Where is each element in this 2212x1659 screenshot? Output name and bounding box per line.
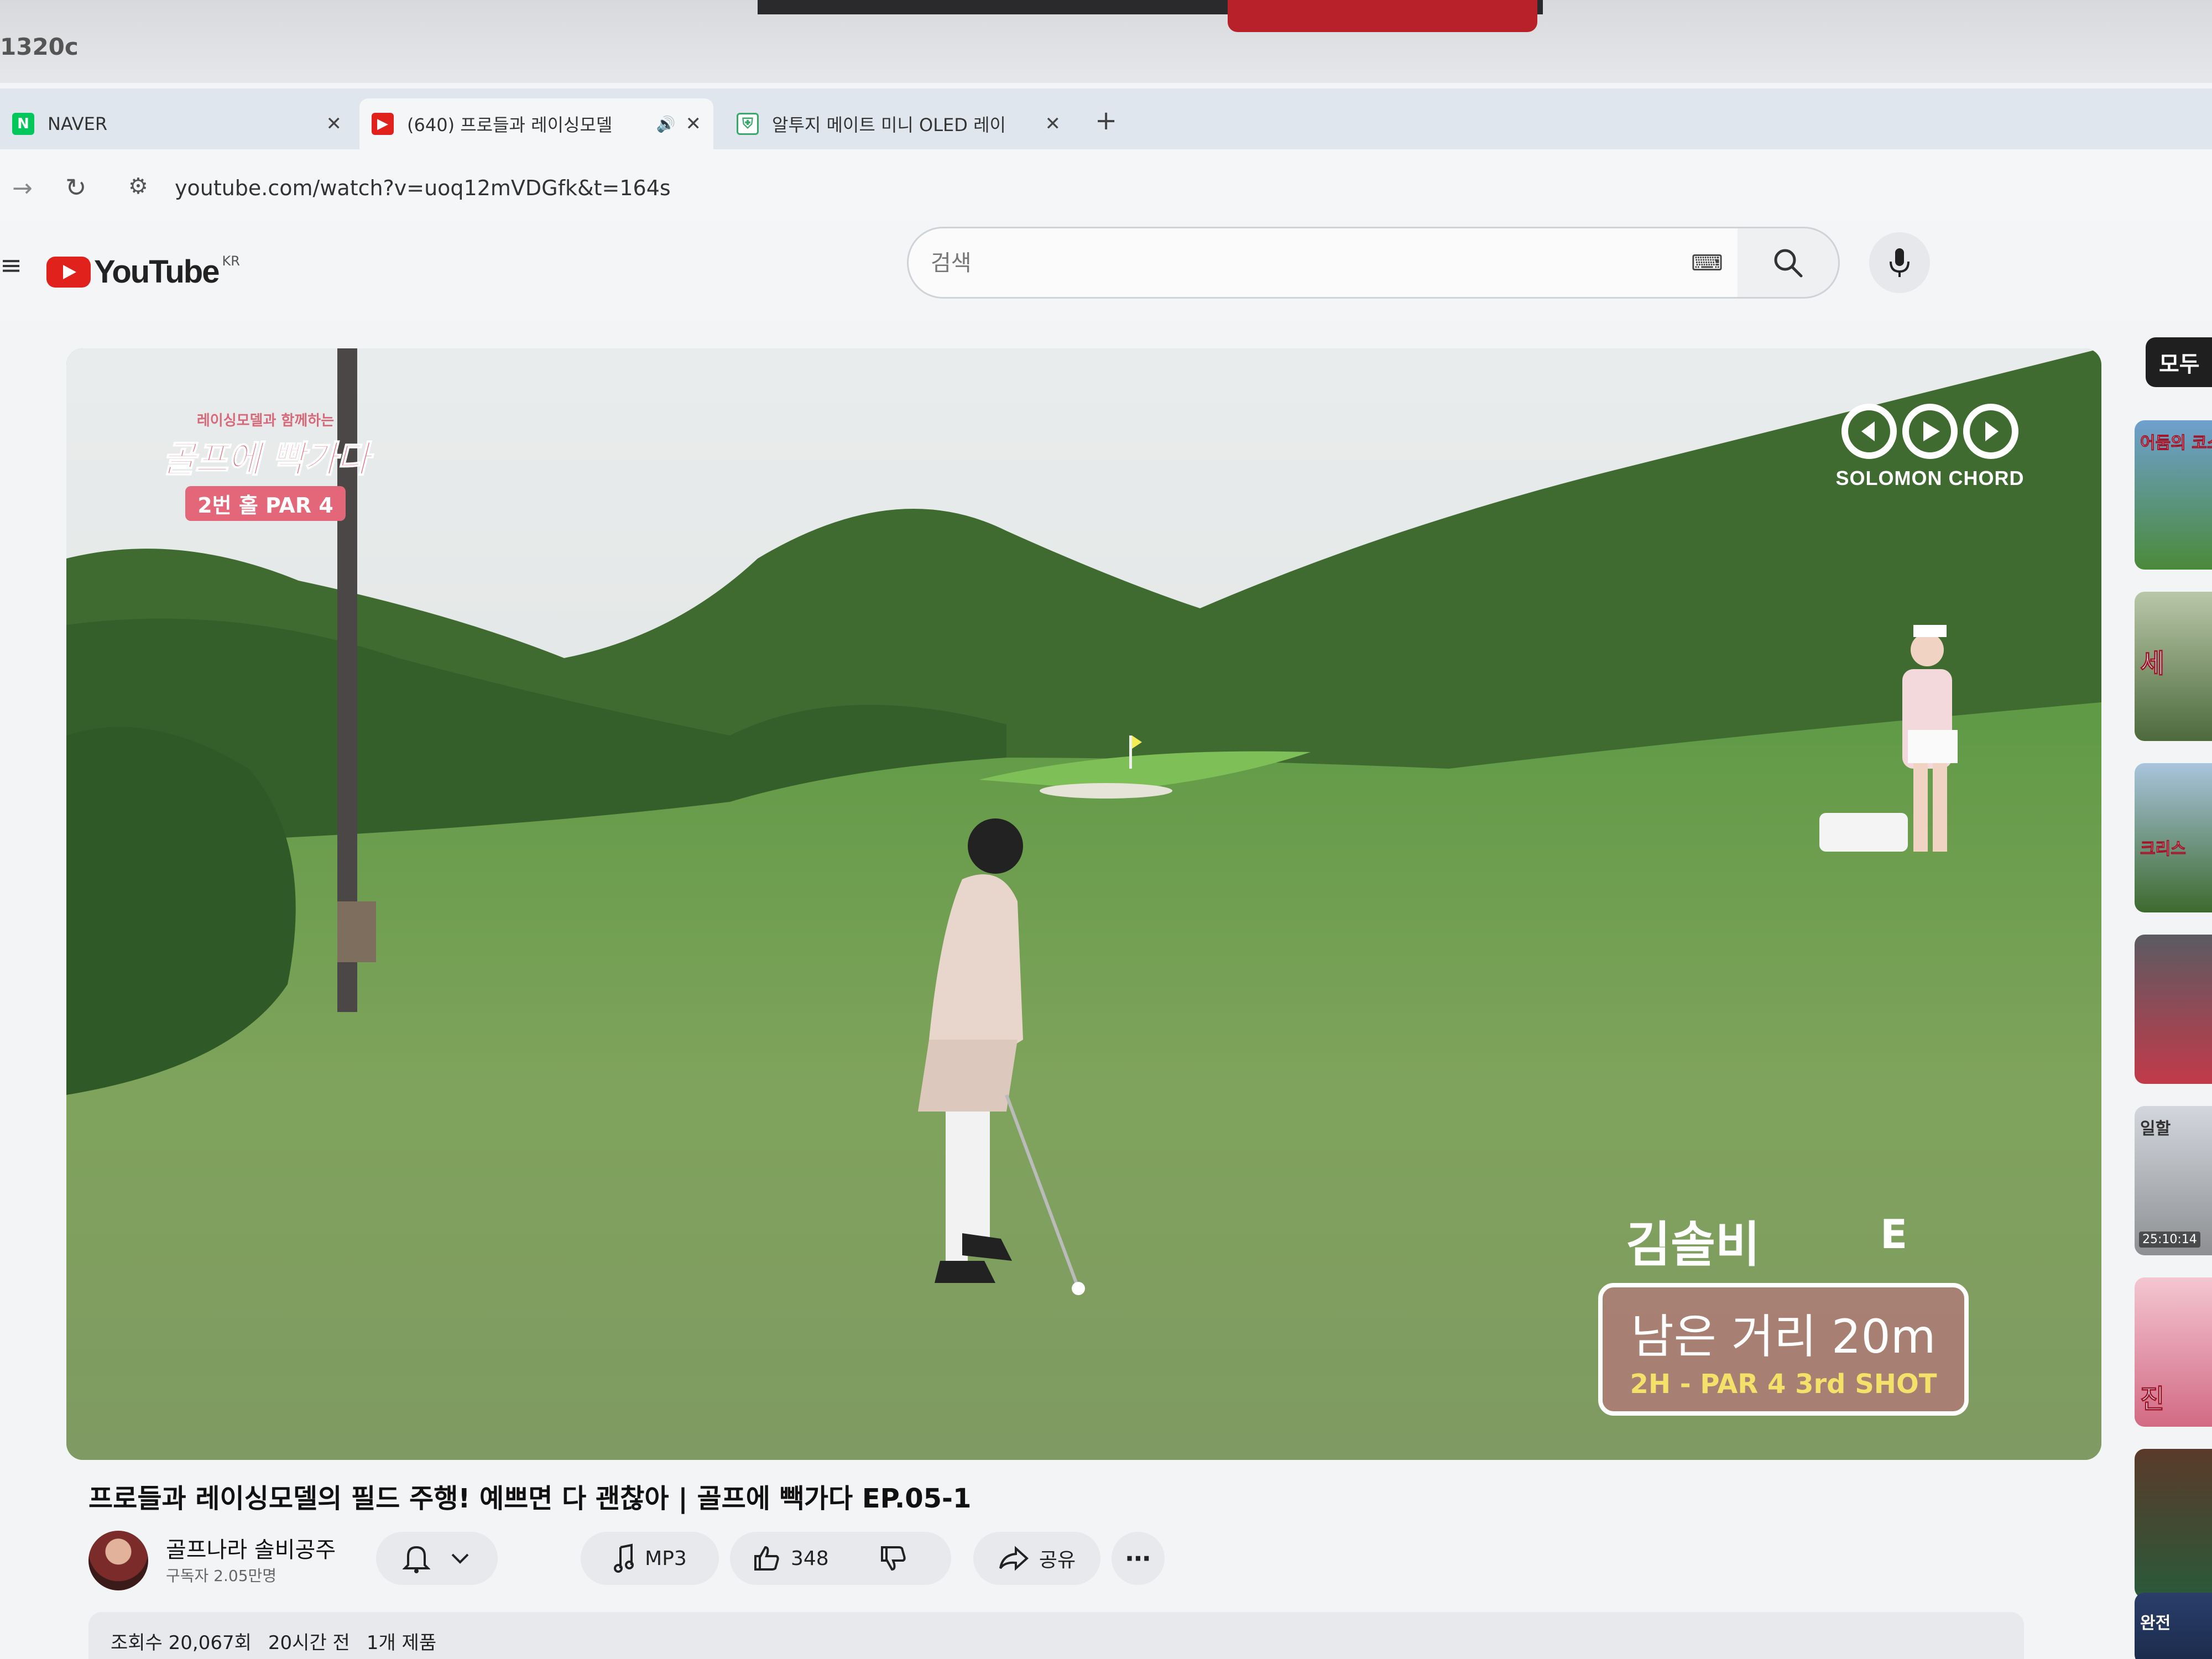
- video-title: 프로들과 레이싱모델의 필드 주행! 예쁘면 다 괜찮아 | 골프에 빽가다 E…: [88, 1483, 972, 1514]
- more-options-button[interactable]: ⋯: [1112, 1532, 1165, 1585]
- microphone-icon: [1890, 248, 1910, 277]
- thumbnail-caption: 완전: [2140, 1614, 2171, 1633]
- remaining-distance: 남은 거리 20m: [1631, 1310, 1936, 1364]
- channel-avatar[interactable]: [88, 1531, 148, 1590]
- thumbs-up-icon[interactable]: [752, 1544, 781, 1573]
- youtube-favicon-icon: ▶: [372, 113, 394, 135]
- forward-arrow-icon[interactable]: →: [12, 174, 33, 202]
- tab-title: (640) 프로들과 레이싱모델: [407, 114, 613, 135]
- site-settings-icon[interactable]: ⚙: [128, 174, 148, 199]
- share-button[interactable]: 공유: [973, 1532, 1100, 1585]
- close-icon[interactable]: ✕: [1045, 113, 1061, 135]
- related-sidebar: 모두 어둠의 코스 세 크리스 일할 25:10:14 진 완전: [2124, 326, 2212, 1659]
- description-box[interactable]: 조회수 20,067회 20시간 전 1개 제품: [88, 1612, 2024, 1659]
- close-icon[interactable]: ✕: [326, 113, 342, 135]
- show-name: 골프에 빡가다: [161, 437, 370, 481]
- upload-age: 20시간 전: [268, 1632, 350, 1654]
- hole-badge: 2번 홀 PAR 4: [185, 486, 346, 521]
- solomon-chord-logo-icon: [1841, 404, 2018, 459]
- brand-name: SOLOMON CHORD: [1835, 467, 2025, 489]
- share-icon: [999, 1546, 1029, 1571]
- related-video-thumbnail[interactable]: 진: [2135, 1277, 2212, 1427]
- voice-search-button[interactable]: [1869, 232, 1930, 293]
- related-video-thumbnail[interactable]: 일할 25:10:14: [2135, 1106, 2212, 1255]
- channel-name[interactable]: 골프나라 솔비공주: [166, 1532, 336, 1564]
- thumbnail-caption: 일할: [2140, 1119, 2171, 1139]
- tab-youtube[interactable]: ▶ (640) 프로들과 레이싱모델 🔊 ✕: [359, 98, 713, 149]
- channel-row: 골프나라 솔비공주 구독자 2.05만명 MP3 348 공유 ⋯: [88, 1526, 1194, 1593]
- chevron-down-icon: [451, 1553, 469, 1564]
- youtube-logo-text: YouTube: [94, 254, 220, 290]
- address-bar-url[interactable]: youtube.com/watch?v=uoq12mVDGfk&t=164s: [175, 176, 671, 200]
- search-input[interactable]: [931, 245, 1650, 281]
- subscriber-count: 구독자 2.05만명: [166, 1567, 277, 1585]
- video-player[interactable]: 레이싱모델과 함께하는 골프에 빡가다 2번 홀 PAR 4 SOLOMON C…: [66, 348, 2101, 1460]
- shot-info: 2H - PAR 4 3rd SHOT: [1630, 1369, 1937, 1400]
- thumbnail-caption: 어둠의 코스: [2140, 434, 2212, 453]
- window-label: 1320c: [0, 33, 79, 60]
- related-video-thumbnail[interactable]: 세: [2135, 592, 2212, 741]
- keyboard-icon[interactable]: ⌨: [1691, 251, 1723, 276]
- share-label: 공유: [1039, 1549, 1076, 1572]
- music-note-icon: [614, 1543, 634, 1573]
- shop-favicon-icon: ⛨: [737, 113, 759, 135]
- like-dislike-group: 348: [730, 1532, 951, 1585]
- related-video-thumbnail[interactable]: 어둠의 코스: [2135, 420, 2212, 570]
- thumbnail-caption: 크리스: [2140, 839, 2187, 859]
- thumbnail-timestamp: 25:10:14: [2139, 1232, 2200, 1248]
- tab-title: 알투지 메이트 미니 OLED 레이: [772, 114, 1006, 135]
- like-count[interactable]: 348: [791, 1547, 829, 1570]
- player-name: 김솔비: [1626, 1216, 1760, 1273]
- thumbnail-caption: 세: [2140, 648, 2165, 680]
- related-video-thumbnail[interactable]: [2135, 935, 2212, 1084]
- related-video-thumbnail[interactable]: [2135, 1449, 2212, 1598]
- close-icon[interactable]: ✕: [686, 113, 702, 135]
- region-code: KR: [222, 253, 240, 269]
- show-logo: 레이싱모델과 함께하는 골프에 빡가다 2번 홀 PAR 4: [116, 409, 415, 521]
- player-score: E: [1880, 1211, 1908, 1258]
- new-tab-plus-icon[interactable]: +: [1095, 105, 1117, 136]
- youtube-play-icon: [46, 256, 91, 288]
- search-icon: [1774, 249, 1803, 278]
- browser-toolbar: → ↻ ⚙ youtube.com/watch?v=uoq12mVDGfk&t=…: [0, 149, 2212, 232]
- bell-icon: [403, 1546, 430, 1573]
- thumbnail-caption: 진: [2140, 1384, 2165, 1415]
- mp3-button[interactable]: MP3: [581, 1532, 719, 1585]
- related-video-thumbnail[interactable]: 완전: [2135, 1593, 2212, 1659]
- tab-naver[interactable]: N NAVER ✕: [0, 98, 354, 149]
- speaker-icon[interactable]: 🔊: [656, 115, 676, 133]
- search-button[interactable]: [1738, 227, 1840, 299]
- product-count[interactable]: 1개 제품: [367, 1627, 436, 1659]
- related-video-thumbnail[interactable]: 크리스: [2135, 763, 2212, 912]
- menu-icon[interactable]: ≡: [0, 250, 22, 281]
- youtube-logo[interactable]: YouTube KR: [46, 253, 240, 290]
- naver-favicon-icon: N: [12, 113, 34, 135]
- red-object: [1228, 0, 1537, 32]
- tab-shop[interactable]: ⛨ 알투지 메이트 미니 OLED 레이 ✕: [724, 98, 1073, 149]
- notification-button[interactable]: [376, 1532, 498, 1585]
- show-tagline: 레이싱모델과 함께하는: [196, 413, 335, 429]
- chip-all[interactable]: 모두: [2146, 337, 2212, 387]
- search-box: ⌨: [907, 227, 1739, 299]
- reload-icon[interactable]: ↻: [65, 173, 87, 202]
- tab-title: NAVER: [48, 113, 108, 134]
- brand-watermark: SOLOMON CHORD: [1830, 398, 2030, 490]
- distance-panel: 남은 거리 20m 2H - PAR 4 3rd SHOT: [1598, 1283, 1969, 1416]
- view-count: 조회수 20,067회: [111, 1632, 252, 1654]
- mp3-label: MP3: [645, 1547, 687, 1570]
- thumbs-down-icon[interactable]: [879, 1544, 907, 1573]
- more-horizontal-icon: ⋯: [1125, 1543, 1151, 1573]
- screen: 1320c N NAVER ✕ ▶ (640) 프로들과 레이싱모델 🔊 ✕ ⛨…: [0, 0, 2212, 1659]
- window-top-strip: 1320c: [0, 0, 2212, 83]
- youtube-header: ≡ YouTube KR ⌨: [0, 221, 2212, 321]
